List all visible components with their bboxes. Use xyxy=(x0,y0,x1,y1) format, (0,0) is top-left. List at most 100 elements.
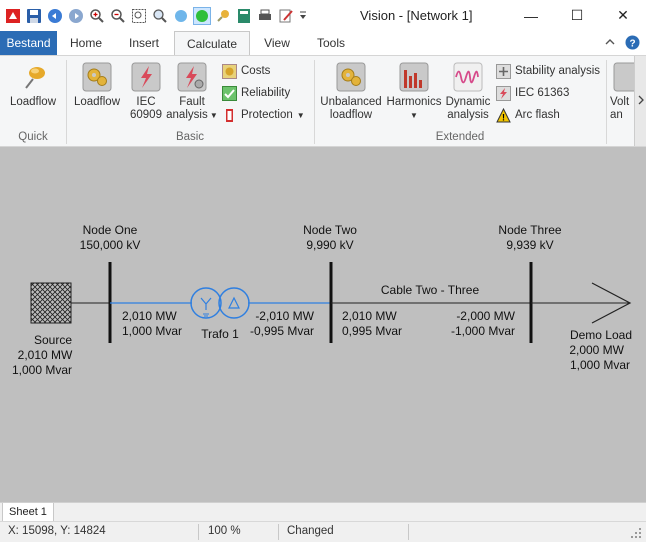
close-button[interactable]: ✕ xyxy=(600,0,646,31)
status-separator xyxy=(408,524,409,540)
warning-icon: ! xyxy=(496,107,511,123)
undo-icon[interactable] xyxy=(46,7,64,25)
cable-to-p: -2,000 MW xyxy=(456,309,515,323)
node-one-voltage: 150,000 kV xyxy=(80,238,141,252)
tab-view[interactable]: View xyxy=(249,31,305,55)
zoom-in-icon[interactable] xyxy=(88,7,106,25)
maximize-button[interactable]: ☐ xyxy=(554,0,600,31)
customize-qat-icon[interactable] xyxy=(298,7,308,25)
tab-bestand[interactable]: Bestand xyxy=(0,31,57,55)
reliability-label: Reliability xyxy=(241,87,291,99)
cable-to-q: -1,000 Mvar xyxy=(451,324,515,338)
transformer-symbol[interactable] xyxy=(190,287,250,319)
status-separator xyxy=(278,524,279,540)
title-bar: Vision - [Network 1] — ☐ ✕ xyxy=(0,0,646,31)
unbalanced-loadflow-button[interactable]: Unbalanced loadflow xyxy=(318,62,384,122)
load-q: 1,000 Mvar xyxy=(570,358,630,372)
lightning-icon xyxy=(131,62,161,92)
loadflow-button[interactable]: Loadflow xyxy=(70,62,124,109)
quick-loadflow-button[interactable]: Loadflow xyxy=(6,62,60,109)
network-diagram[interactable]: Node One 150,000 kV Trafo 1 2,010 MW 1,0… xyxy=(0,147,646,502)
ribbon: Loadflow Quick Loadflow IEC 60909 Fault … xyxy=(0,55,646,147)
arc-flash-button[interactable]: ! Arc flash xyxy=(496,106,560,124)
dynamic-label-2: analysis xyxy=(447,109,489,121)
status-state: Changed xyxy=(287,525,334,537)
source-p: 2,010 MW xyxy=(18,348,73,362)
iec60909-button[interactable]: IEC 60909 xyxy=(126,62,166,122)
app-icon[interactable] xyxy=(4,7,22,25)
group-separator xyxy=(606,60,607,144)
tab-tools[interactable]: Tools xyxy=(305,31,357,55)
harmonics-label: Harmonics xyxy=(386,96,442,108)
node-three-voltage: 9,939 kV xyxy=(506,238,553,252)
coins-icon xyxy=(222,63,237,79)
trafo-from-q: 1,000 Mvar xyxy=(122,324,182,338)
stability-icon xyxy=(496,63,511,79)
redo-icon[interactable] xyxy=(67,7,85,25)
source-name: Source xyxy=(34,333,72,347)
calculator-icon[interactable] xyxy=(235,7,253,25)
iec61363-button[interactable]: IEC 61363 xyxy=(496,84,569,102)
costs-button[interactable]: Costs xyxy=(222,62,270,80)
tab-calculate[interactable]: Calculate xyxy=(174,31,250,57)
fault-icon xyxy=(177,62,207,92)
stability-label: Stability analysis xyxy=(515,65,601,77)
trafo-name: Trafo 1 xyxy=(201,327,239,341)
harmonics-button[interactable]: Harmonics ▼ xyxy=(384,62,444,122)
source-symbol[interactable] xyxy=(30,282,72,324)
dynamic-analysis-button[interactable]: Dynamic analysis xyxy=(444,62,492,122)
tab-insert[interactable]: Insert xyxy=(115,31,173,55)
node-three-name: Node Three xyxy=(498,223,561,237)
minimize-button[interactable]: — xyxy=(508,0,554,31)
fault-analysis-label-1: Fault xyxy=(179,96,205,108)
voltage-button-partial[interactable]: Volt an xyxy=(610,62,634,122)
unbalanced-label-1: Unbalanced xyxy=(320,96,382,108)
pin-icon xyxy=(18,62,48,92)
group-extended-label: Extended xyxy=(435,131,485,143)
cable-name: Cable Two - Three xyxy=(381,283,480,297)
trafo-from-p: 2,010 MW xyxy=(122,309,177,323)
tab-home[interactable]: Home xyxy=(57,31,115,55)
chevron-right-icon xyxy=(638,95,644,105)
network-canvas[interactable]: Node One 150,000 kV Trafo 1 2,010 MW 1,0… xyxy=(0,147,646,502)
status-separator xyxy=(198,524,199,540)
voltage-label-2: an xyxy=(610,109,623,121)
ribbon-scroll-right[interactable] xyxy=(634,56,646,146)
fault-analysis-button[interactable]: Fault analysis ▼ xyxy=(166,62,218,122)
cable-from-p: 2,010 MW xyxy=(342,309,397,323)
protection-button[interactable]: Protection ▼ xyxy=(222,106,305,124)
partial-icon xyxy=(610,62,634,92)
quick-access-toolbar xyxy=(4,7,308,25)
node-two-name: Node Two xyxy=(303,223,357,237)
load-p: 2,000 MW xyxy=(569,343,624,357)
node-two-voltage: 9,990 kV xyxy=(306,238,353,252)
load-name: Demo Load xyxy=(570,328,632,342)
dropdown-arrow-icon: ▼ xyxy=(410,111,418,120)
costs-label: Costs xyxy=(241,65,271,77)
iec60909-label-1: IEC xyxy=(136,96,156,108)
zoom-fit-icon[interactable] xyxy=(151,7,169,25)
reliability-button[interactable]: Reliability xyxy=(222,84,290,102)
help-icon[interactable]: ? xyxy=(625,35,640,53)
circle-tool-icon[interactable] xyxy=(172,7,190,25)
voltage-label-1: Volt xyxy=(610,96,630,108)
stability-analysis-button[interactable]: Stability analysis xyxy=(496,62,600,80)
sheet-tab[interactable]: Sheet 1 xyxy=(2,503,54,522)
window-title: Vision - [Network 1] xyxy=(360,8,473,23)
loadflow-label: Loadflow xyxy=(73,96,121,108)
zoom-out-icon[interactable] xyxy=(109,7,127,25)
trafo-to-q: -0,995 Mvar xyxy=(250,324,314,338)
print-icon[interactable] xyxy=(256,7,274,25)
edit-icon[interactable] xyxy=(277,7,295,25)
collapse-ribbon-icon[interactable] xyxy=(604,36,616,51)
cable-from-q: 0,995 Mvar xyxy=(342,324,402,338)
zoom-window-icon[interactable] xyxy=(130,7,148,25)
group-quick-label: Quick xyxy=(18,131,48,143)
status-coordinates: X: 15098, Y: 14824 xyxy=(8,525,106,537)
waveform-icon xyxy=(453,62,483,92)
status-bar: X: 15098, Y: 14824 100 % Changed xyxy=(0,521,646,542)
run-icon[interactable] xyxy=(193,7,211,25)
resize-grip-icon[interactable] xyxy=(630,527,642,542)
pin-tool-icon[interactable] xyxy=(214,7,232,25)
save-icon[interactable] xyxy=(25,7,43,25)
